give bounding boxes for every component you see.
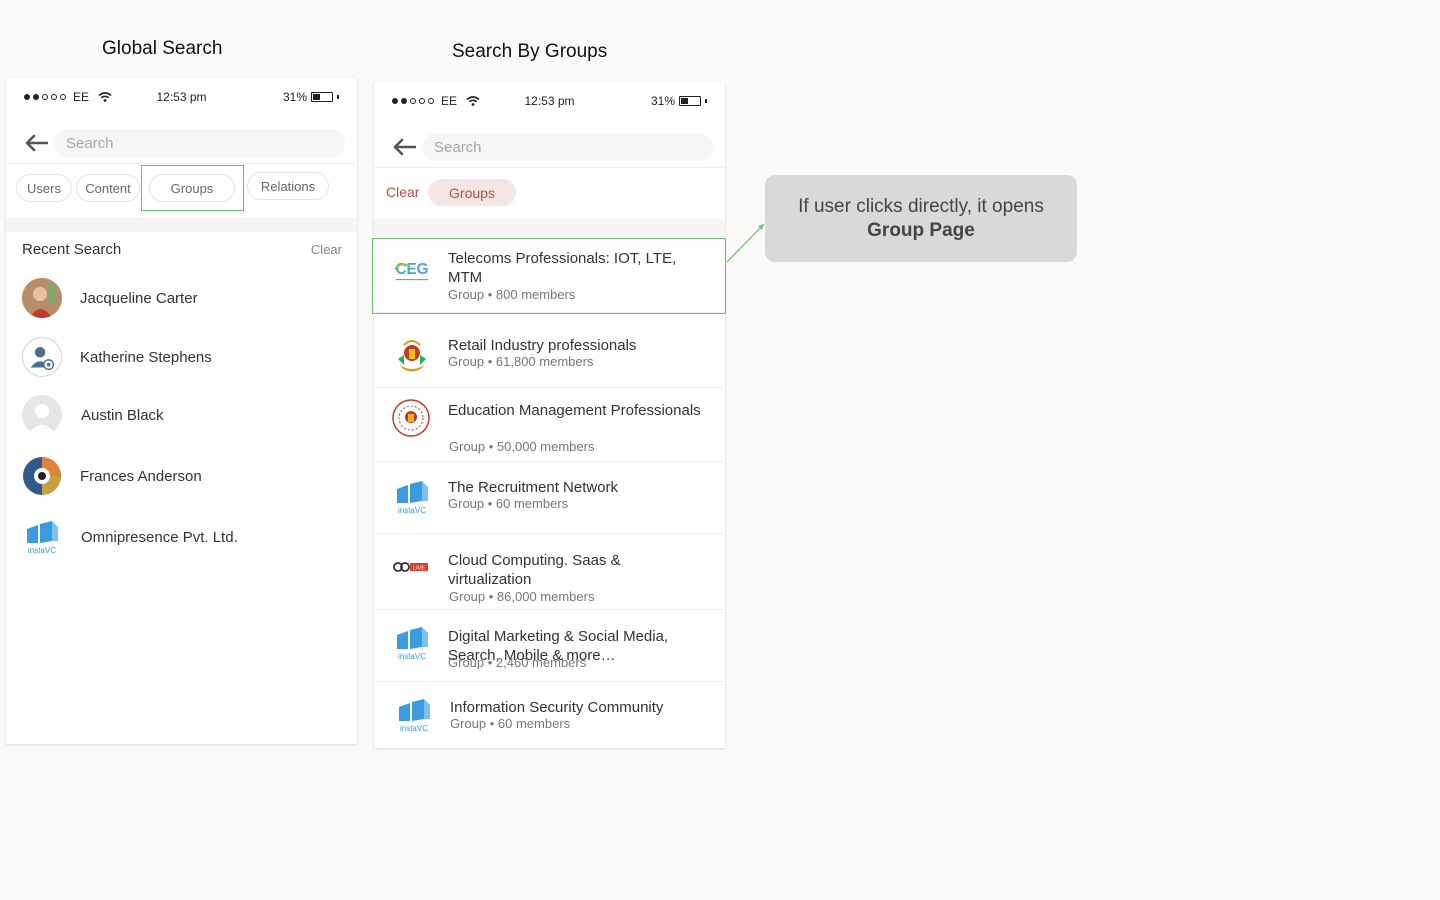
instavc-logo: instaVC xyxy=(394,695,434,735)
callout-arrow-icon xyxy=(726,223,765,263)
group-meta: Group • 2,460 members xyxy=(448,655,587,670)
recent-search-title: Recent Search xyxy=(22,241,122,258)
group-name: Education Management Professionals xyxy=(448,402,701,419)
group-name: Information Security Community xyxy=(450,699,664,716)
recent-item-name: Frances Anderson xyxy=(80,467,202,485)
tab-content[interactable]: Content xyxy=(76,174,140,202)
search-bar xyxy=(6,123,357,163)
group-result[interactable]: Retail Industry professionals Group • 61… xyxy=(374,322,725,388)
battery-percent: 31% xyxy=(282,90,307,104)
golive-logo: LIVE xyxy=(392,547,432,587)
battery-indicator: 31% xyxy=(283,90,339,104)
recent-item-name: Austin Black xyxy=(81,406,164,424)
group-name: Cloud Computing. Saas & virtualization xyxy=(448,552,621,588)
instavc-logo: instaVC xyxy=(392,623,432,663)
recent-item-name: Katherine Stephens xyxy=(80,348,212,366)
search-by-groups-caption: Search By Groups xyxy=(452,41,608,62)
seal-logo xyxy=(391,398,431,438)
recent-item[interactable]: Katherine Stephens xyxy=(22,333,341,381)
active-filter-chip[interactable]: Groups xyxy=(428,179,516,206)
status-bar: EE 12:53 pm 31% xyxy=(374,82,725,118)
annotation-callout: If user clicks directly, it opens Group … xyxy=(765,175,1077,262)
instavc-logo-text: instaVC xyxy=(398,652,426,661)
group-meta: Group • 61,800 members xyxy=(448,354,594,369)
tab-relations[interactable]: Relations xyxy=(247,172,329,200)
battery-indicator: 31% xyxy=(651,94,707,108)
instavc-logo: instaVC xyxy=(22,517,62,557)
instavc-logo: instaVC xyxy=(392,477,432,517)
group-result[interactable]: instaVC Digital Marketing & Social Media… xyxy=(374,610,725,682)
group-result[interactable]: instaVC The Recruitment Network Group • … xyxy=(374,462,725,534)
recent-item[interactable]: instaVC Omnipresence Pvt. Ltd. xyxy=(22,513,341,561)
clear-filter-button[interactable]: Clear xyxy=(386,184,419,200)
global-search-caption: Global Search xyxy=(102,38,223,59)
first-result-highlight xyxy=(372,238,726,314)
recent-item-name: Jacqueline Carter xyxy=(80,289,198,307)
avatar xyxy=(22,337,62,377)
group-meta: Group • 86,000 members xyxy=(449,589,595,604)
recent-item-name: Omnipresence Pvt. Ltd. xyxy=(81,528,238,546)
avatar xyxy=(22,456,62,496)
instavc-logo-text: instaVC xyxy=(400,724,428,733)
back-arrow-icon[interactable] xyxy=(390,133,418,161)
recent-item[interactable]: Frances Anderson xyxy=(22,452,341,500)
clear-recent-link[interactable]: Clear xyxy=(311,242,342,257)
search-input[interactable] xyxy=(422,133,713,161)
avatar xyxy=(22,278,62,318)
groups-search-screen: EE 12:53 pm 31% Clear Groups CEG Telecom… xyxy=(374,82,725,748)
battery-icon xyxy=(679,96,701,106)
recent-item[interactable]: Austin Black xyxy=(22,391,341,439)
back-arrow-icon[interactable] xyxy=(22,129,50,157)
group-name: Retail Industry professionals xyxy=(448,337,637,354)
group-result[interactable]: instaVC Information Security Community G… xyxy=(374,682,725,748)
avatar xyxy=(22,395,62,435)
callout-line-2: Group Page xyxy=(867,220,975,241)
group-name: The Recruitment Network xyxy=(448,479,619,496)
group-result[interactable]: Education Management Professionals Group… xyxy=(374,388,725,462)
global-search-screen: EE 12:53 pm 31% Users Content Groups Rel… xyxy=(6,78,357,744)
battery-percent: 31% xyxy=(650,94,675,108)
group-result[interactable]: LIVE Cloud Computing. Saas & virtualizat… xyxy=(374,534,725,610)
group-meta: Group • 60 members xyxy=(448,496,569,511)
battery-icon xyxy=(311,92,333,102)
instavc-logo-text: instaVC xyxy=(28,546,56,555)
search-bar xyxy=(374,127,725,167)
callout-line-1: If user clicks directly, it opens xyxy=(798,196,1044,217)
golive-logo-text: LIVE xyxy=(413,566,425,572)
search-input[interactable] xyxy=(54,129,345,157)
status-bar: EE 12:53 pm 31% xyxy=(6,78,357,114)
recent-item[interactable]: Jacqueline Carter xyxy=(22,274,341,322)
groups-tab-highlight xyxy=(141,165,244,211)
group-meta: Group • 50,000 members xyxy=(449,439,595,454)
emblem-logo xyxy=(392,335,432,375)
instavc-logo-text: instaVC xyxy=(398,506,426,515)
tab-users[interactable]: Users xyxy=(16,174,72,202)
group-meta: Group • 60 members xyxy=(450,716,571,731)
